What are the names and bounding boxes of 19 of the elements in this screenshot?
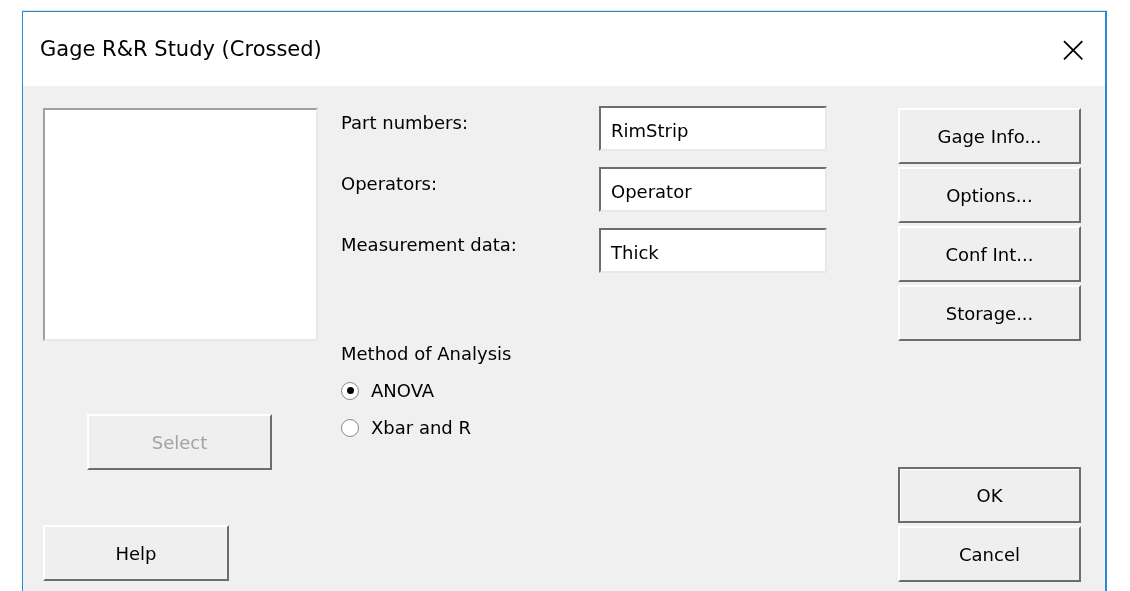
input-field[interactable]: Operator	[599, 167, 827, 212]
dialog-button[interactable]: Options...	[898, 167, 1081, 223]
field-label: Measurement data:	[341, 233, 518, 255]
field-label: Operators:	[341, 172, 438, 194]
close-button[interactable]: ×	[1051, 30, 1095, 68]
window-title: Gage R&R Study (Crossed)	[40, 37, 322, 61]
field-label: Part numbers:	[341, 111, 469, 133]
radio-option[interactable]: ANOVA	[341, 380, 827, 401]
dialog-button[interactable]: Storage...	[898, 285, 1081, 341]
radio-option[interactable]: Xbar and R	[341, 417, 827, 438]
input-field[interactable]: Thick	[599, 228, 827, 273]
ok-button[interactable]: OK	[898, 467, 1081, 523]
dialog-button[interactable]: Gage Info...	[898, 108, 1081, 164]
dialog-button[interactable]: Conf Int...	[898, 226, 1081, 282]
variable-list[interactable]	[43, 108, 318, 341]
cancel-button[interactable]: Cancel	[898, 526, 1081, 582]
help-button[interactable]: Help	[43, 525, 229, 581]
input-field[interactable]: RimStrip	[599, 106, 827, 151]
group-label: Method of Analysis	[341, 343, 513, 364]
